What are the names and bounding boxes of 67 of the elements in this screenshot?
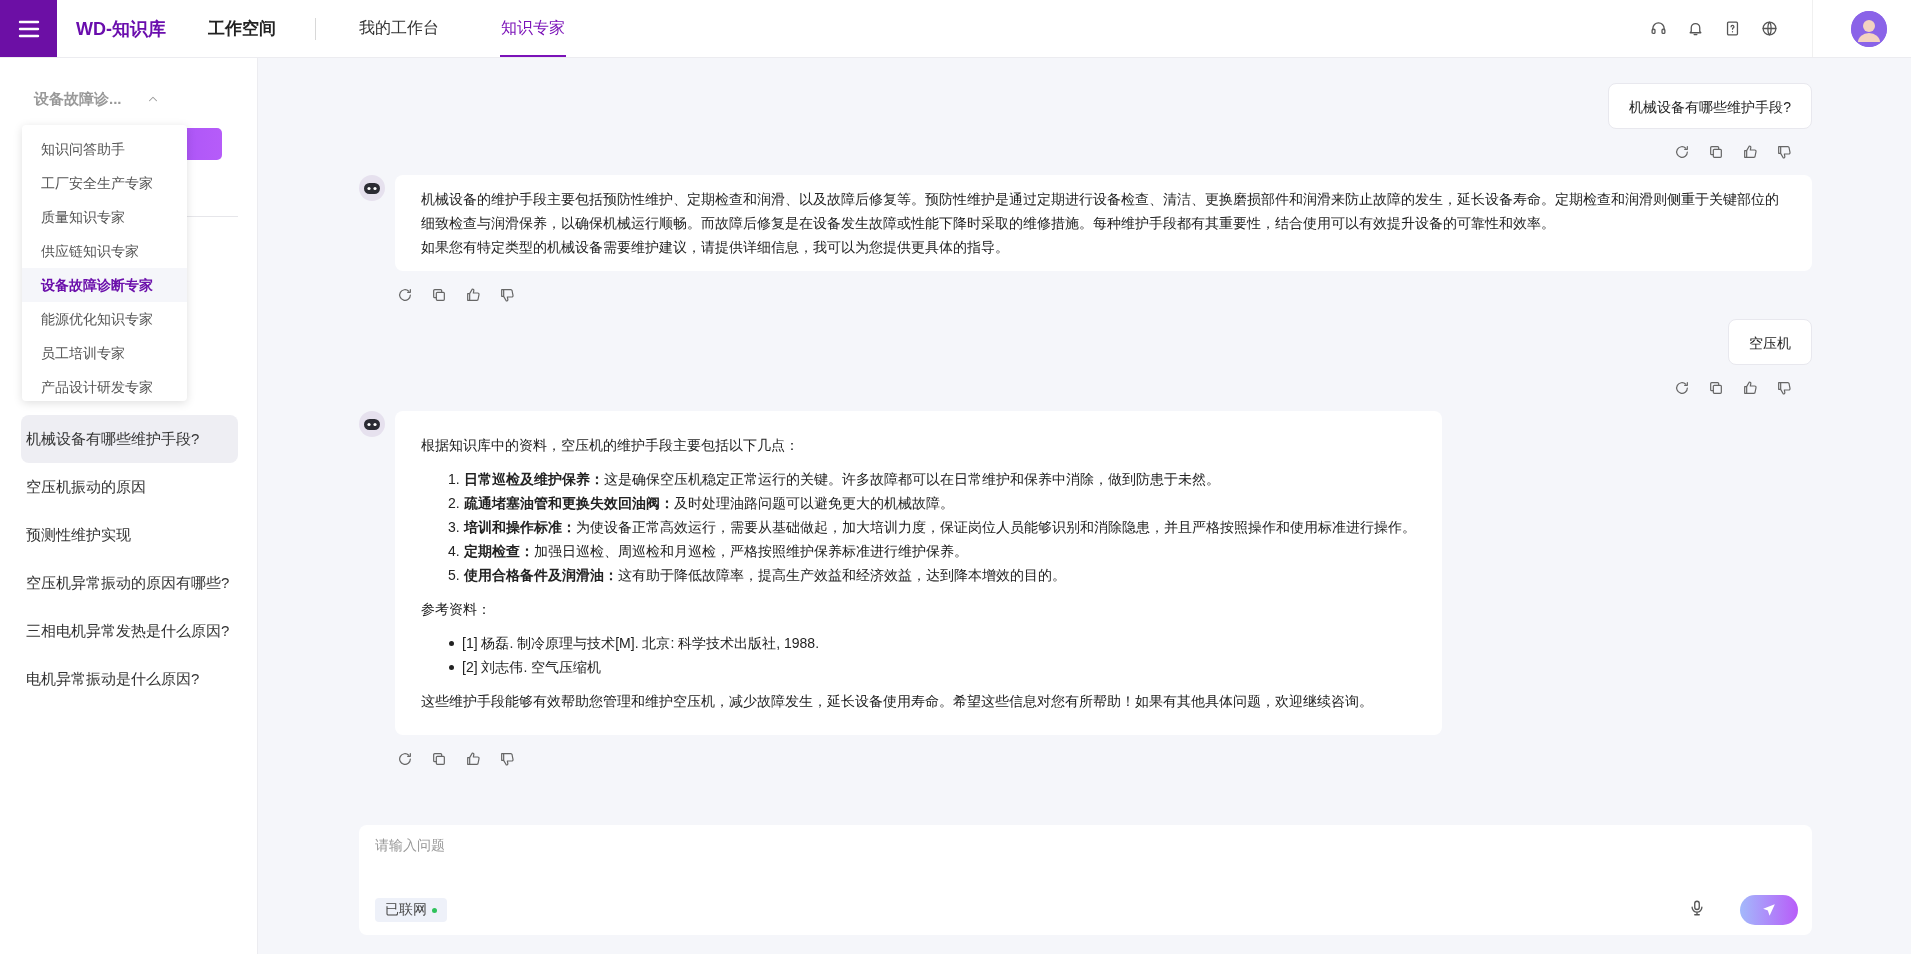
refresh-icon[interactable] (1674, 380, 1690, 396)
menu-button[interactable] (0, 0, 57, 57)
message-text: 根据知识库中的资料，空压机的维护手段主要包括以下几点： (421, 436, 800, 455)
list-number: 1. (448, 470, 460, 489)
nav-tab[interactable]: 我的工作台 (358, 0, 440, 57)
list-item-text: 疏通堵塞油管和更换失效回油阀：及时处理油路问题可以避免更大的机械故障。 (463, 494, 954, 513)
dropdown-option[interactable]: 质量知识专家 (22, 200, 187, 234)
message-text: 空压机 (1749, 335, 1791, 351)
help-document-icon[interactable] (1724, 20, 1741, 37)
app-logo: WD-知识库 (76, 17, 166, 41)
refresh-icon[interactable] (397, 287, 413, 303)
copy-icon[interactable] (431, 751, 447, 767)
copy-icon[interactable] (1708, 144, 1724, 160)
thumbs-up-icon[interactable] (1742, 144, 1758, 160)
list-item-text: 培训和操作标准：为使设备正常高效运行，需要从基础做起，加大培训力度，保证岗位人员能够识别和消除隐患，并且严格按照操作和使用标准进行操作。 (463, 518, 1416, 537)
list-number: 4. (448, 542, 460, 561)
thumbs-down-icon[interactable] (1776, 144, 1792, 160)
copy-icon[interactable] (1708, 380, 1724, 396)
reference-text: [2] 刘志伟. 空气压缩机 (462, 658, 602, 677)
question-input-field[interactable]: 请输入问题 (375, 837, 1798, 853)
headset-icon[interactable] (1650, 20, 1667, 37)
dropdown-option[interactable]: 产品设计研发专家 (22, 370, 187, 401)
dropdown-option[interactable]: 能源优化知识专家 (22, 302, 187, 336)
user-avatar[interactable] (1851, 10, 1887, 47)
network-status-tag[interactable]: 已联网 (375, 898, 447, 922)
message-text: 这些维护手段能够有效帮助您管理和维护空压机，减少故障发生，延长设备使用寿命。希望这些信息对您有所帮助！如果有其他具体问题，欢迎继续咨询。 (421, 692, 1374, 711)
message-text: 机械设备的维护手段主要包括预防性维护、定期检查和润滑、以及故障后修复等。预防性维护是通过定期进行设备检查、清洁、更换磨损部件和润滑来防止故障的发生，延长设备寿命。定期检查和润滑则侧重于关键部位的细致检查与润滑保养，以确保机械运行顺畅。而故障后修复是在设备发生故障或性能下降时采取的维修措施。每种维护手段都有其重要性，结合使用可以有效提升设备的可靠性和效率。 (421, 190, 1780, 233)
list-item-text: 定期检查：加强日巡检、周巡检和月巡检，严格按照维护保养标准进行维护保养。 (463, 542, 968, 561)
globe-icon[interactable] (1761, 20, 1778, 37)
history-item[interactable]: 电机异常振动是什么原因? (21, 655, 238, 703)
thumbs-up-icon[interactable] (465, 751, 481, 767)
bell-icon[interactable] (1687, 20, 1704, 37)
list-item-text: 日常巡检及维护保养：这是确保空压机稳定正常运行的关键。许多故障都可以在日常维护和保养中消除，做到防患于未然。 (463, 470, 1220, 489)
dropdown-option[interactable]: 供应链知识专家 (22, 234, 187, 268)
history-item[interactable]: 三相电机异常发热是什么原因? (21, 607, 238, 655)
history-item[interactable]: 预测性维护实现 (21, 511, 238, 559)
message-text: 机械设备有哪些维护手段? (1629, 99, 1791, 115)
dropdown-option[interactable]: 工厂安全生产专家 (22, 166, 187, 200)
send-button[interactable] (1740, 895, 1798, 925)
list-number: 5. (448, 566, 460, 585)
paper-plane-icon (1762, 903, 1776, 917)
history-item[interactable]: 机械设备有哪些维护手段? (21, 415, 238, 463)
refresh-icon[interactable] (397, 751, 413, 767)
thumbs-up-icon[interactable] (1742, 380, 1758, 396)
copy-icon[interactable] (431, 287, 447, 303)
bullet-dot (449, 640, 454, 646)
history-item[interactable]: 空压机异常振动的原因有哪些? (21, 559, 238, 607)
list-number: 3. (448, 518, 460, 537)
list-item-text: 使用合格备件及润滑油：这有助于降低故障率，提高生产效益和经济效益，达到降本增效的目的。 (463, 566, 1066, 585)
robot-avatar-icon (359, 411, 385, 437)
thumbs-up-icon[interactable] (465, 287, 481, 303)
bullet-dot (449, 664, 454, 670)
robot-avatar-icon (359, 175, 385, 201)
dropdown-option[interactable]: 员工培训专家 (22, 336, 187, 370)
dropdown-option[interactable]: 知识问答助手 (22, 132, 187, 166)
message-text: 参考资料： (421, 600, 492, 619)
history-item[interactable]: 空压机振动的原因 (21, 463, 238, 511)
list-number: 2. (448, 494, 460, 513)
thumbs-down-icon[interactable] (499, 287, 515, 303)
message-text: 如果您有特定类型的机械设备需要维护建议，请提供详细信息，我可以为您提供更具体的指导。 (421, 238, 1010, 257)
dropdown-option[interactable]: 设备故障诊断专家 (22, 268, 187, 302)
thumbs-down-icon[interactable] (1776, 380, 1792, 396)
thumbs-down-icon[interactable] (499, 751, 515, 767)
reference-text: [1] 杨磊. 制冷原理与技术[M]. 北京: 科学技术出版社, 1988. (462, 634, 820, 653)
refresh-icon[interactable] (1674, 144, 1690, 160)
workspace-title[interactable]: 工作空间 (208, 17, 276, 40)
nav-tab[interactable]: 知识专家 (500, 0, 566, 57)
